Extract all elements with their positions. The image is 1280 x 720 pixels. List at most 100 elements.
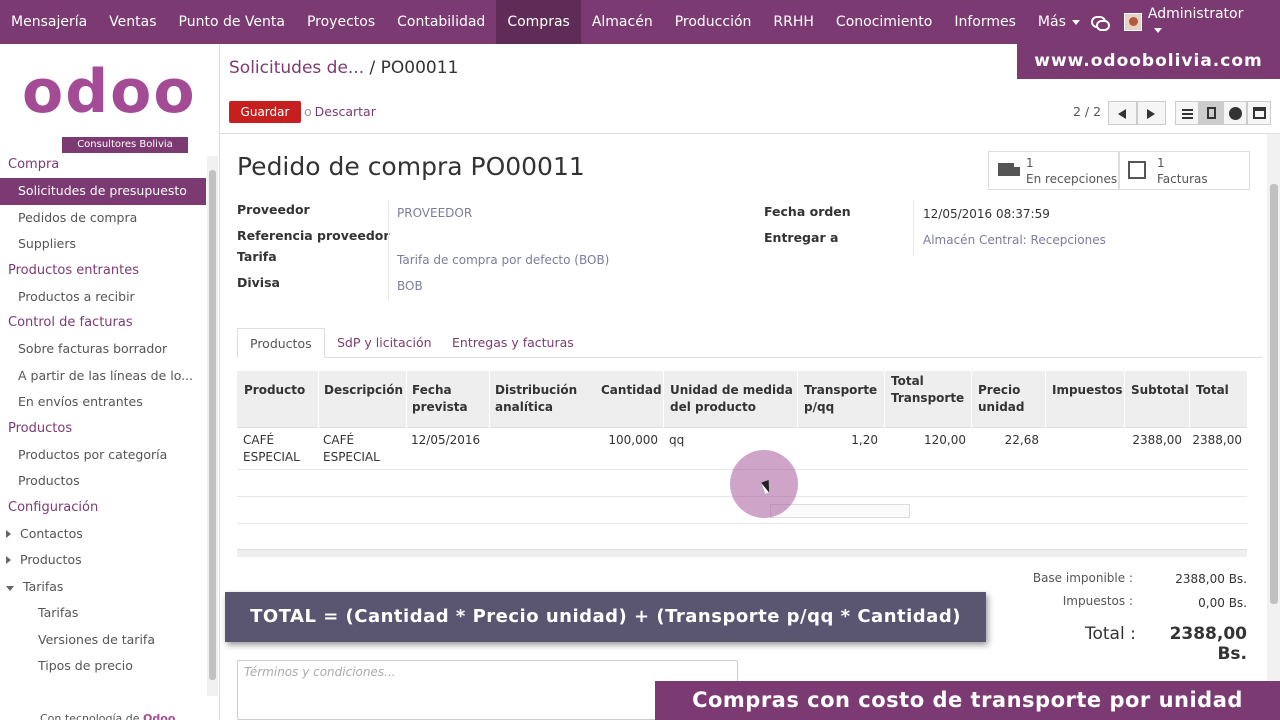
avatar[interactable] <box>1124 13 1142 31</box>
sidebar-scrollbar[interactable] <box>207 156 218 696</box>
proveedor-field[interactable]: PROVEEDOR <box>397 206 472 220</box>
cell-fecha[interactable]: 12/05/2016 <box>411 432 480 449</box>
divisa-label: Divisa <box>237 275 280 290</box>
discard-link[interactable]: Descartar <box>315 104 376 119</box>
column-header-distribucion[interactable]: Distribución analítica <box>495 382 577 416</box>
column-separator <box>406 371 407 428</box>
column-header-total-transporte[interactable]: Total Transporte <box>891 373 964 407</box>
proveedor-label: Proveedor <box>237 202 310 217</box>
main-scrollbar[interactable] <box>1267 134 1280 720</box>
menu-almacen[interactable]: Almacén <box>581 0 664 44</box>
menu-produccion[interactable]: Producción <box>664 0 763 44</box>
header-line: prevista <box>412 400 468 414</box>
column-header-subtotal[interactable]: Subtotal <box>1131 382 1189 399</box>
sidebar-item-config-productos[interactable]: Productos <box>0 547 206 574</box>
sidebar-section-control-facturas: Control de facturas <box>8 315 133 330</box>
menu-informes[interactable]: Informes <box>943 0 1027 44</box>
menu-proyectos[interactable]: Proyectos <box>296 0 386 44</box>
cell-precio-unidad[interactable]: 22,68 <box>970 432 1039 449</box>
sidebar-section-productos-entrantes: Productos entrantes <box>8 262 139 278</box>
sidebar-item-productos-categoria[interactable]: Productos por categoría <box>0 442 206 469</box>
divisa-field[interactable]: BOB <box>397 279 423 293</box>
sidebar-item-tarifas-group[interactable]: Tarifas <box>0 574 206 601</box>
tooltip-ghost <box>770 504 910 518</box>
tab-entregas-facturas[interactable]: Entregas y facturas <box>440 328 586 358</box>
menu-mas[interactable]: Más <box>1027 0 1091 44</box>
column-header-producto[interactable]: Producto <box>244 382 305 399</box>
menu-contabilidad[interactable]: Contabilidad <box>386 0 496 44</box>
column-header-fecha[interactable]: Fecha prevista <box>412 382 468 416</box>
sidebar-item-productos-a-recibir[interactable]: Productos a recibir <box>0 284 206 311</box>
cell-subtotal[interactable]: 2388,00 <box>1110 432 1182 449</box>
cell-producto[interactable]: CAFÉ ESPECIAL <box>243 432 300 466</box>
sidebar-item-lineas[interactable]: A partir de las líneas de lo... <box>0 363 206 390</box>
logo-subtitle: Consultores Bolivia <box>62 137 188 153</box>
column-header-unidad-medida[interactable]: Unidad de medida del producto <box>670 382 793 416</box>
cell-total[interactable]: 2388,00 <box>1190 432 1242 449</box>
sidebar-section-productos: Productos <box>8 420 73 436</box>
pager-previous-button[interactable] <box>1108 101 1137 125</box>
column-header-total[interactable]: Total <box>1196 382 1229 399</box>
menu-compras[interactable]: Compras <box>496 0 581 44</box>
scrollbar-thumb[interactable] <box>209 170 216 680</box>
sidebar-item-contactos[interactable]: Contactos <box>0 521 206 548</box>
sidebar-item-solicitudes[interactable]: Solicitudes de presupuesto <box>0 178 206 205</box>
field-separator <box>913 200 914 255</box>
column-separator <box>318 371 319 428</box>
column-header-precio-unidad[interactable]: Precio unidad <box>978 382 1024 416</box>
cell-total-transporte[interactable]: 120,00 <box>886 432 966 449</box>
sidebar-item-tarifas[interactable]: Tarifas <box>0 600 206 627</box>
column-header-impuestos[interactable]: Impuestos <box>1052 382 1123 399</box>
menu-punto-de-venta[interactable]: Punto de Venta <box>168 0 296 44</box>
cell-line: CAFÉ <box>323 433 355 447</box>
entregar-a-field[interactable]: Almacén Central: Recepciones <box>923 233 1106 247</box>
sidebar-item-tipos-precio[interactable]: Tipos de precio <box>0 653 206 680</box>
sidebar-item-pedidos[interactable]: Pedidos de compra <box>0 205 206 232</box>
user-menu[interactable]: Administrator <box>1148 6 1254 38</box>
tab-sdp-licitacion[interactable]: SdP y licitación <box>325 328 444 358</box>
sidebar-item-envios-entrantes[interactable]: En envíos entrantes <box>0 389 206 416</box>
menu-mensajeria[interactable]: Mensajería <box>0 0 98 44</box>
list-view-button[interactable] <box>1175 101 1199 125</box>
impuestos-value: 0,00 Bs. <box>1198 596 1247 610</box>
chevron-down-icon <box>6 585 14 591</box>
column-header-cantidad[interactable]: Cantidad <box>601 382 662 399</box>
cell-transporte[interactable]: 1,20 <box>800 432 878 449</box>
tarifa-field[interactable]: Tarifa de compra por defecto (BOB) <box>397 253 609 267</box>
sidebar-nav: Compra Solicitudes de presupuesto Pedido… <box>0 152 206 680</box>
cell-descripcion[interactable]: CAFÉ ESPECIAL <box>323 432 380 466</box>
pager-value: 2 / 2 <box>1073 104 1102 119</box>
form-view-button[interactable] <box>1199 101 1223 125</box>
column-separator <box>489 371 490 428</box>
calendar-icon <box>1253 107 1266 119</box>
entregar-a-label: Entregar a <box>764 230 839 245</box>
title-banner: Compras con costo de transporte por unid… <box>655 681 1280 720</box>
menu-conocimiento[interactable]: Conocimiento <box>825 0 943 44</box>
sidebar-item-versiones-tarifa[interactable]: Versiones de tarifa <box>0 627 206 654</box>
fecha-orden-field[interactable]: 12/05/2016 08:37:59 <box>923 207 1050 221</box>
column-header-transporte[interactable]: Transporte p/qq <box>804 382 877 416</box>
receptions-smart-button[interactable]: 1 En recepciones <box>988 151 1119 190</box>
menu-ventas[interactable]: Ventas <box>98 0 167 44</box>
chat-icon[interactable] <box>1090 15 1110 31</box>
field-separator <box>388 200 389 300</box>
scrollbar-thumb[interactable] <box>1270 184 1278 604</box>
or-text: o <box>304 104 312 119</box>
graph-view-button[interactable] <box>1223 101 1247 125</box>
sidebar-item-label: Productos <box>20 552 82 567</box>
pager-next-button[interactable] <box>1137 101 1166 125</box>
tab-productos[interactable]: Productos <box>237 328 325 358</box>
column-header-descripcion[interactable]: Descripción <box>324 382 403 399</box>
sidebar-item-facturas-borrador[interactable]: Sobre facturas borrador <box>0 336 206 363</box>
sidebar-item-suppliers[interactable]: Suppliers <box>0 231 206 258</box>
powered-brand[interactable]: Odoo <box>143 712 175 720</box>
cell-cantidad[interactable]: 100,000 <box>560 432 658 449</box>
breadcrumb-parent[interactable]: Solicitudes de... <box>229 58 364 78</box>
cell-unidad[interactable]: qq <box>669 432 684 449</box>
sidebar-item-productos[interactable]: Productos <box>0 468 206 495</box>
calendar-view-button[interactable] <box>1247 101 1271 125</box>
save-button[interactable]: Guardar <box>229 101 301 123</box>
invoices-smart-button[interactable]: 1 Facturas <box>1119 151 1250 190</box>
menu-rrhh[interactable]: RRHH <box>762 0 825 44</box>
odoo-logo[interactable]: odoo Consultores Bolivia <box>22 62 195 162</box>
